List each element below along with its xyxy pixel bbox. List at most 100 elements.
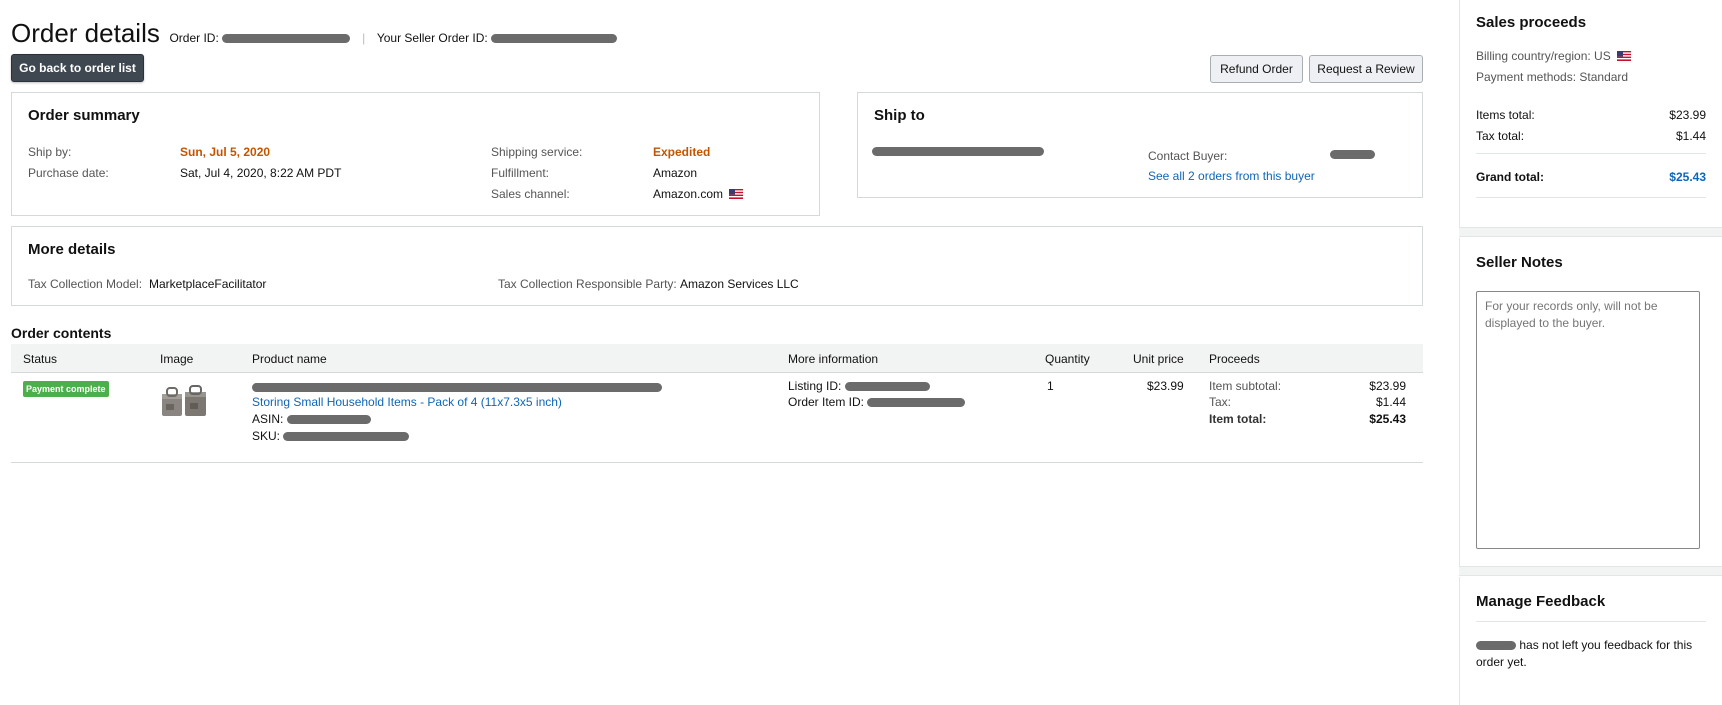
contact-buyer-label: Contact Buyer: [1148,149,1228,163]
sidebar-gap [1459,566,1722,576]
buyer-name-redacted [1476,641,1516,651]
see-all-orders-link[interactable]: See all 2 orders from this buyer [1148,169,1315,183]
purchase-date-label: Purchase date: [28,166,109,180]
product-image[interactable] [160,384,208,420]
tax-total-value: $1.44 [1675,129,1706,143]
order-item-id-line: Order Item ID: [788,395,966,409]
feedback-message-part1: has not left you feedback for this [1519,638,1693,652]
seller-order-id-label: Your Seller Order ID: [376,31,488,45]
divider [1476,153,1706,154]
asin-redacted [286,415,371,425]
item-total-label: Item total: [1209,412,1267,426]
listing-id-line: Listing ID: [788,379,930,393]
quantity-value: 1 [1047,379,1054,393]
feedback-message-part2: order yet. [1476,655,1527,669]
ship-to-title: Ship to [874,107,925,124]
col-product-name: Product name [252,352,327,366]
request-review-button[interactable]: Request a Review [1309,55,1423,83]
tax-value: $1.44 [1375,395,1406,409]
sku-line: SKU: [252,429,410,443]
divider [1476,621,1706,622]
sidebar-gap [1459,227,1722,237]
us-flag-icon [1617,51,1632,61]
table-row: Payment complete Storing Small Household… [11,373,1423,463]
shipping-service-label: Shipping service: [491,145,583,159]
page-title: Order details [11,18,160,48]
order-id-redacted [222,34,351,44]
item-subtotal-value: $23.99 [1369,379,1406,393]
col-image: Image [160,352,194,366]
title-separator: | [362,31,366,45]
grand-total-label: Grand total: [1476,170,1544,184]
order-contents-title: Order contents [11,325,112,341]
item-subtotal-label: Item subtotal: [1209,379,1282,393]
order-id-label: Order ID: [169,31,219,45]
refund-order-button[interactable]: Refund Order [1210,55,1303,83]
status-badge: Payment complete [23,381,109,397]
seller-notes-panel: Seller Notes [1459,238,1722,566]
payment-methods: Payment methods: Standard [1476,70,1629,84]
order-item-id-label: Order Item ID: [788,395,865,409]
tax-model-value: MarketplaceFacilitator [149,277,267,291]
feedback-message: has not left you feedback for this order… [1476,637,1706,671]
col-more-information: More information [788,352,879,366]
right-sidebar: Sales proceeds Billing country/region: U… [1459,0,1722,705]
manage-feedback-title: Manage Feedback [1476,593,1606,610]
unit-price-value: $23.99 [1147,379,1184,393]
order-summary-panel: Order summary Ship by: Sun, Jul 5, 2020 … [11,92,820,216]
col-status: Status [23,352,58,366]
back-to-order-list-button[interactable]: Go back to order list [11,54,144,82]
sku-redacted [283,432,410,442]
more-details-panel: More details Tax Collection Model: Marke… [11,226,1423,306]
sku-label: SKU: [252,429,281,443]
order-details-page: Order details Order ID: | Your Seller Or… [0,0,1722,705]
listing-id-label: Listing ID: [788,379,842,393]
grand-total-row: Grand total: $25.43 [1476,170,1706,184]
product-name-link[interactable]: Storing Small Household Items - Pack of … [252,395,562,409]
items-total-row: Items total: $23.99 [1476,108,1706,122]
ship-to-panel: Ship to Contact Buyer: See all 2 orders … [857,92,1423,198]
order-summary-title: Order summary [28,107,140,124]
seller-order-id-redacted [491,34,618,44]
sales-channel-value: Amazon.com [653,187,724,201]
col-unit-price: Unit price [1133,352,1184,366]
ship-by-value: Sun, Jul 5, 2020 [180,145,271,159]
items-total-label: Items total: [1476,108,1535,122]
col-proceeds: Proceeds [1209,352,1260,366]
divider [1476,197,1706,198]
manage-feedback-panel: Manage Feedback has not left you feedbac… [1459,577,1722,705]
fulfillment-value: Amazon [653,166,698,180]
seller-notes-textarea[interactable] [1476,291,1700,549]
billing-country-label: Billing country/region: US [1476,49,1611,63]
col-quantity: Quantity [1045,352,1090,366]
tax-total-row: Tax total: $1.44 [1476,129,1706,143]
order-item-id-redacted [867,398,966,408]
listing-id-redacted [844,382,930,392]
purchase-date-value: Sat, Jul 4, 2020, 8:22 AM PDT [180,166,342,180]
item-total-value: $25.43 [1369,412,1406,426]
title-row: Order details Order ID: | Your Seller Or… [11,18,618,49]
grand-total-value: $25.43 [1669,170,1706,184]
billing-country: Billing country/region: US [1476,49,1706,63]
sales-proceeds-title: Sales proceeds [1476,14,1587,31]
sales-channel-label: Sales channel: [491,187,570,201]
tax-party-label: Tax Collection Responsible Party: [498,277,677,291]
product-title-redacted [252,383,662,392]
more-details-title: More details [28,241,116,258]
ship-by-label: Ship by: [28,145,72,159]
shipping-service-value: Expedited [653,145,711,159]
asin-label: ASIN: [252,412,284,426]
tax-label: Tax: [1209,395,1232,409]
buyer-name-redacted [872,147,1044,156]
tax-party-value: Amazon Services LLC [680,277,799,291]
contact-buyer-redacted[interactable] [1330,150,1375,159]
table-header: Status Image Product name More informati… [11,344,1423,373]
items-total-value: $23.99 [1669,108,1706,122]
sales-proceeds-panel: Sales proceeds Billing country/region: U… [1459,0,1722,227]
tax-model-label: Tax Collection Model: [28,277,143,291]
fulfillment-label: Fulfillment: [491,166,550,180]
sales-channel: Amazon.com [653,187,744,201]
us-flag-icon [729,189,744,199]
seller-notes-title: Seller Notes [1476,254,1563,271]
asin-line: ASIN: [252,412,371,426]
